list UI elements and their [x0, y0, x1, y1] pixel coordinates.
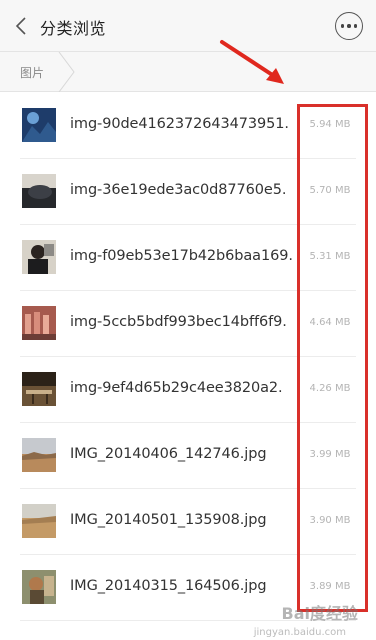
- annotation-arrow-icon: [220, 40, 284, 84]
- more-options-button[interactable]: [335, 12, 363, 40]
- breadcrumb-separator-icon: [58, 52, 75, 92]
- breadcrumb: 图片: [0, 52, 376, 92]
- file-name: img-9ef4d65b29c4ee3820a2.: [70, 380, 283, 396]
- watermark: Bai度经验: [281, 604, 358, 623]
- thumbnail: [22, 438, 56, 472]
- thumbnail: [22, 570, 56, 604]
- back-button[interactable]: [10, 13, 32, 39]
- file-name: IMG_20140501_135908.jpg: [70, 512, 267, 528]
- file-name: img-5ccb5bdf993bec14bff6f9.: [70, 314, 287, 330]
- thumbnail: [22, 504, 56, 538]
- file-name: IMG_20140406_142746.jpg: [70, 446, 267, 462]
- file-name: IMG_20140315_164506.jpg: [70, 578, 267, 594]
- page-title: 分类浏览: [40, 19, 107, 38]
- file-name: img-90de4162372643473951.: [70, 116, 289, 132]
- file-name: img-36e19ede3ac0d87760e5.: [70, 182, 287, 198]
- watermark-url: jingyan.baidu.com: [253, 627, 346, 638]
- size-column-highlight-box: [297, 104, 368, 612]
- thumbnail: [22, 240, 56, 274]
- breadcrumb-item-images[interactable]: 图片: [20, 64, 44, 81]
- more-dots-icon: [340, 24, 345, 28]
- thumbnail: [22, 108, 56, 142]
- thumbnail: [22, 306, 56, 340]
- top-bar: 分类浏览: [0, 0, 376, 52]
- file-name: img-f09eb53e17b42b6baa169.: [70, 248, 293, 264]
- chevron-left-icon: [15, 17, 26, 35]
- thumbnail: [22, 372, 56, 406]
- thumbnail: [22, 174, 56, 208]
